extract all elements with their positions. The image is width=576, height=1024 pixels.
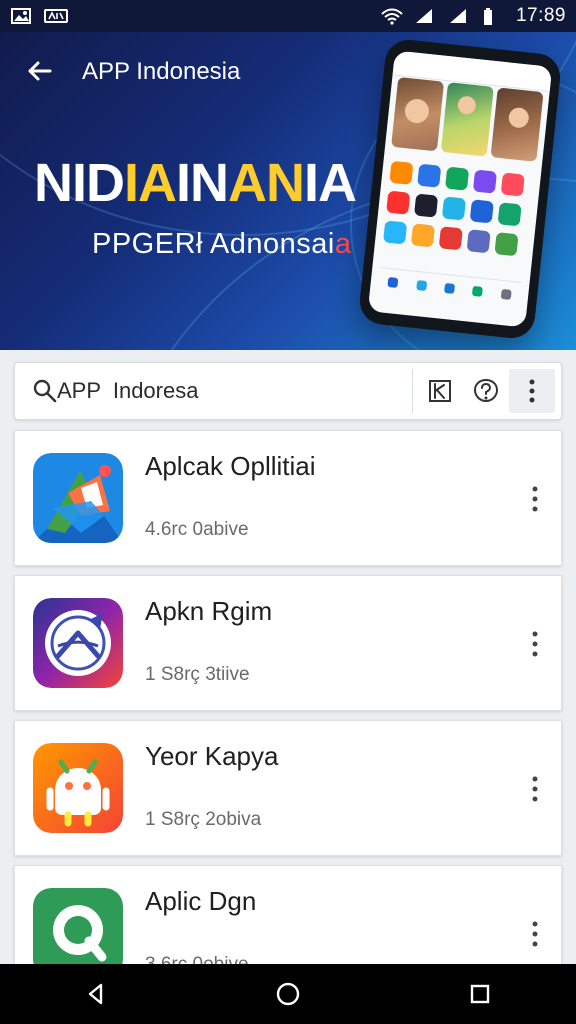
- phone-photo: [490, 87, 544, 162]
- video-icon: [44, 7, 68, 25]
- mini-app-icon: [438, 226, 463, 251]
- mini-app-icon: [389, 160, 414, 185]
- mini-app-icon: [417, 163, 442, 188]
- dock-icon: [387, 277, 399, 289]
- photo-face: [403, 97, 431, 125]
- mini-app-icon: [469, 199, 494, 224]
- search-bar: [14, 362, 562, 420]
- phone-screen: [367, 50, 553, 328]
- hero-subtitle-main: PPGERł Adnonsai: [92, 228, 335, 260]
- signal-icon: [414, 7, 438, 25]
- hero-subtitle: PPGERł Adnonsaia: [92, 228, 352, 261]
- recent-apps-icon[interactable]: [444, 968, 516, 1020]
- app-name: Aplic Dgn: [145, 886, 257, 916]
- mini-app-icon: [497, 202, 522, 227]
- app-name: Yeor Kapya: [145, 741, 279, 771]
- divider: [412, 369, 413, 413]
- image-icon: [10, 7, 34, 25]
- app-list-item[interactable]: Aplcak Opllitiai 4.6rc 0abive: [14, 430, 562, 566]
- close-icon[interactable]: [417, 369, 463, 413]
- mini-app-icon: [472, 169, 498, 194]
- signal-icon-2: [448, 7, 472, 25]
- photo-face: [456, 95, 477, 116]
- system-navigation-bar: [0, 964, 576, 1024]
- dock-icon: [472, 285, 484, 297]
- mini-app-icon: [494, 232, 519, 257]
- mini-app-icon: [466, 229, 491, 254]
- hero-title: NIDIAINANIA: [34, 153, 357, 213]
- android-app-icon: [33, 743, 123, 833]
- mini-app-icon: [441, 196, 467, 221]
- hero-title-segment: IA: [304, 153, 357, 213]
- photo-face: [507, 106, 530, 129]
- mini-app-icon: [500, 172, 525, 197]
- phone-mockup: [357, 37, 563, 341]
- home-icon[interactable]: [252, 968, 324, 1020]
- mini-app-icon: [410, 223, 436, 248]
- dock-icon: [415, 279, 427, 291]
- back-button[interactable]: [20, 52, 58, 90]
- app-rating-meta: 1 S8rç 3tiive: [145, 664, 250, 685]
- app-rating-meta: 4.6rc 0abive: [145, 519, 249, 540]
- more-options-icon[interactable]: [523, 912, 547, 956]
- app-list-item[interactable]: Yeor Kapya 1 S8rç 2obiva: [14, 720, 562, 856]
- google-style-app-icon: [33, 453, 123, 543]
- status-left-icons: [10, 7, 68, 25]
- app-name: Aplcak Opllitiai: [145, 451, 316, 481]
- mini-app-icon: [444, 166, 470, 191]
- phone-photo: [440, 82, 494, 157]
- search-input[interactable]: [57, 363, 375, 419]
- status-right-icons: 17:89: [380, 5, 566, 27]
- wifi-icon: [380, 7, 404, 25]
- clock-time: 17:89: [515, 5, 566, 26]
- search-tools: [412, 363, 561, 419]
- hero-title-segment: IN: [176, 153, 229, 213]
- mobile-app-screen: 17:89 APP Indonesia NIDIAINANIA PPGERł A…: [0, 0, 576, 1024]
- status-bar: 17:89: [0, 0, 576, 32]
- app-list-item[interactable]: Apkn Rgim 1 S8rç 3tiive: [14, 575, 562, 711]
- page-title: APP Indonesia: [82, 58, 241, 85]
- dock-icon: [500, 288, 512, 300]
- mini-app-icon: [386, 190, 411, 215]
- app-list: Aplcak Opllitiai 4.6rc 0abive Apkn Rgim …: [14, 430, 562, 1010]
- hero-title-segment: AN: [228, 153, 305, 213]
- more-options-icon[interactable]: [523, 767, 547, 811]
- phone-photo-strip: [391, 76, 544, 162]
- more-options-icon[interactable]: [523, 622, 547, 666]
- hero-title-segment: IA: [124, 153, 177, 213]
- dock-icon: [444, 282, 456, 294]
- hero-banner: APP Indonesia NIDIAINANIA PPGERł Adnonsa…: [0, 32, 576, 350]
- phone-app-grid: [383, 160, 533, 257]
- back-icon[interactable]: [60, 968, 132, 1020]
- arrow-left-icon: [28, 61, 52, 81]
- phone-dock: [377, 267, 522, 309]
- battery-icon: [482, 7, 506, 25]
- more-options-icon[interactable]: [523, 477, 547, 521]
- help-icon[interactable]: [463, 369, 509, 413]
- phone-photo: [391, 76, 445, 152]
- app-rating-meta: 1 S8rç 2obiva: [145, 809, 262, 830]
- mini-app-icon: [413, 193, 439, 218]
- app-name: Apkn Rgim: [145, 596, 273, 626]
- compass-app-icon: [33, 598, 123, 688]
- more-icon[interactable]: [509, 369, 555, 413]
- hero-subtitle-accent: a: [334, 228, 352, 260]
- hero-title-segment: NID: [34, 153, 125, 213]
- mini-app-icon: [383, 220, 408, 245]
